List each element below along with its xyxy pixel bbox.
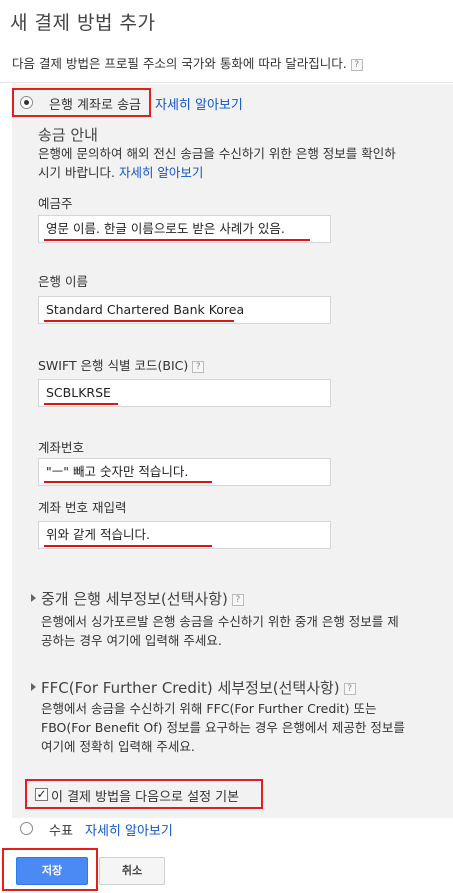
ffc-section[interactable]: FFC(For Further Credit) 세부정보(선택사항)? bbox=[41, 677, 356, 698]
check-label[interactable]: 수표 bbox=[49, 820, 73, 839]
ffc-text-line3: 여기에 정확히 입력해 주세요. bbox=[41, 739, 195, 754]
expand-triangle-icon[interactable] bbox=[31, 683, 36, 691]
set-default-checkbox[interactable]: ✓ bbox=[35, 788, 48, 801]
annotation-underline bbox=[44, 481, 212, 483]
annotation-underline bbox=[44, 320, 234, 322]
wire-info-text-line2-text: 시기 바랍니다. bbox=[38, 165, 115, 180]
help-icon[interactable]: ? bbox=[192, 360, 205, 373]
intermediary-bank-section[interactable]: 중개 은행 세부정보(선택사항)? bbox=[41, 588, 244, 609]
help-icon[interactable]: ? bbox=[231, 593, 244, 606]
intermediary-text-line1: 은행에서 싱가포르발 은행 송금을 수신하기 위한 중개 은행 정보를 제 bbox=[41, 614, 399, 629]
wire-info-text-line1: 은행에 문의하여 해외 전신 송금을 수신하기 위한 은행 정보를 확인하 bbox=[38, 146, 396, 161]
annotation-underline bbox=[44, 403, 118, 405]
help-icon[interactable]: ? bbox=[343, 682, 356, 695]
wire-info-text-line2: 시기 바랍니다. 자세히 알아보기 bbox=[38, 163, 203, 182]
account-holder-label: 예금주 bbox=[38, 196, 73, 211]
expand-triangle-icon[interactable] bbox=[31, 594, 36, 602]
save-button[interactable]: 저장 bbox=[16, 857, 88, 885]
page-description: 다음 결제 방법은 프로필 주소의 국가와 통화에 따라 달라집니다.? bbox=[12, 53, 363, 72]
swift-label-text: SWIFT 은행 식별 코드(BIC) bbox=[38, 358, 189, 373]
ffc-title[interactable]: FFC(For Further Credit) 세부정보(선택사항) bbox=[41, 679, 340, 697]
account-number-confirm-label: 계좌 번호 재입력 bbox=[38, 500, 127, 515]
swift-label: SWIFT 은행 식별 코드(BIC)? bbox=[38, 355, 205, 374]
page-title: 새 결제 방법 추가 bbox=[10, 12, 156, 34]
intermediary-text-line2: 공하는 경우 여기에 입력해 주세요. bbox=[41, 633, 222, 648]
bank-name-label: 은행 이름 bbox=[38, 274, 88, 289]
annotation-underline bbox=[44, 239, 310, 241]
intermediary-bank-title[interactable]: 중개 은행 세부정보(선택사항) bbox=[41, 590, 228, 608]
description-text: 다음 결제 방법은 프로필 주소의 국가와 통화에 따라 달라집니다. bbox=[12, 56, 347, 71]
wire-learn-more-link[interactable]: 자세히 알아보기 bbox=[155, 94, 243, 113]
account-number-label: 계좌번호 bbox=[38, 440, 85, 455]
ffc-text-line1: 은행에서 송금을 수신하기 위해 FFC(For Further Credit)… bbox=[41, 701, 377, 716]
annotation-underline bbox=[44, 545, 212, 547]
check-learn-more-link[interactable]: 자세히 알아보기 bbox=[85, 820, 173, 839]
set-default-label[interactable]: 이 결제 방법을 다음으로 설정 기본 bbox=[51, 786, 239, 805]
cancel-button[interactable]: 취소 bbox=[99, 857, 165, 885]
divider bbox=[0, 82, 453, 83]
wire-info-learn-more-link[interactable]: 자세히 알아보기 bbox=[119, 165, 203, 180]
check-radio[interactable] bbox=[20, 822, 33, 835]
wire-transfer-radio[interactable] bbox=[20, 96, 33, 109]
help-icon[interactable]: ? bbox=[350, 58, 363, 71]
wire-transfer-label[interactable]: 은행 계좌로 송금 bbox=[49, 94, 141, 113]
wire-info-heading: 송금 안내 bbox=[38, 126, 98, 144]
ffc-text-line2: FBO(For Benefit Of) 정보를 요구하는 경우 은행에서 제공한… bbox=[41, 720, 405, 735]
